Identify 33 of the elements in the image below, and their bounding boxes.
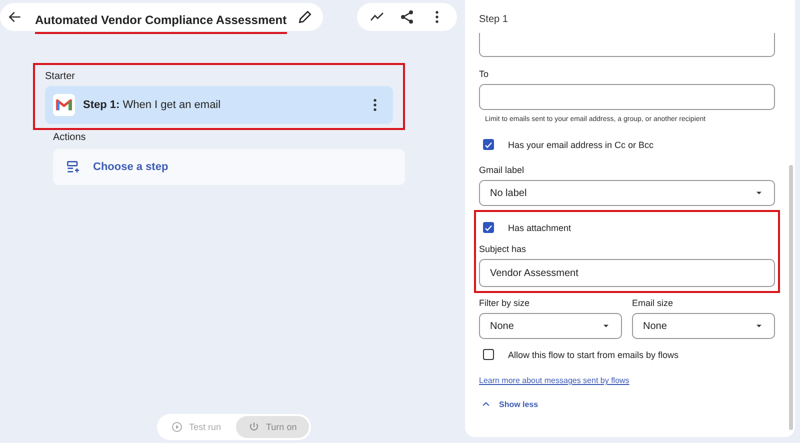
field-label: Filter by size [479,297,531,310]
field-label: Subject has [479,243,528,256]
checkbox-label: Has attachment [508,222,572,232]
power-icon [248,421,260,433]
input-field[interactable]: Vendor Assessment [479,259,775,287]
step-card[interactable]: Step 1: When I get an email [45,86,393,124]
learn-more-link[interactable]: Learn more about messages sent by flows [479,372,630,399]
checkbox[interactable] [483,222,494,233]
dropdown[interactable]: No label [479,180,775,206]
panel-title: Step 1 [479,13,509,27]
share-icon[interactable] [399,9,415,25]
input-field[interactable] [479,33,775,57]
back-icon [7,9,23,25]
section-label: Starter [45,70,76,84]
checkbox-label: Has your email address in Cc or Bcc [508,140,654,150]
field-label: Gmail label [479,164,526,177]
add-step-icon[interactable] [65,159,81,175]
dropdown[interactable]: None [632,313,775,339]
show-less-button[interactable]: Show less [479,399,538,409]
choose-step-button[interactable]: Choose a step [53,149,405,185]
checkbox-label: Allow this flow to start from emails by flows [508,350,679,360]
field-label: Email size [632,297,674,310]
back-button[interactable] [0,3,30,31]
section-label: Actions [52,131,87,145]
flow-title: Automated Vendor Compliance Assessment [35,10,287,34]
step-title: Step 1: When I get an email [83,99,221,111]
input-field[interactable] [479,84,775,110]
field-label: To [479,68,490,81]
checkbox[interactable] [483,349,494,360]
play-icon [171,421,183,433]
checkbox[interactable] [483,139,494,150]
edit-icon[interactable] [296,9,313,25]
dropdown[interactable]: None [479,313,622,339]
